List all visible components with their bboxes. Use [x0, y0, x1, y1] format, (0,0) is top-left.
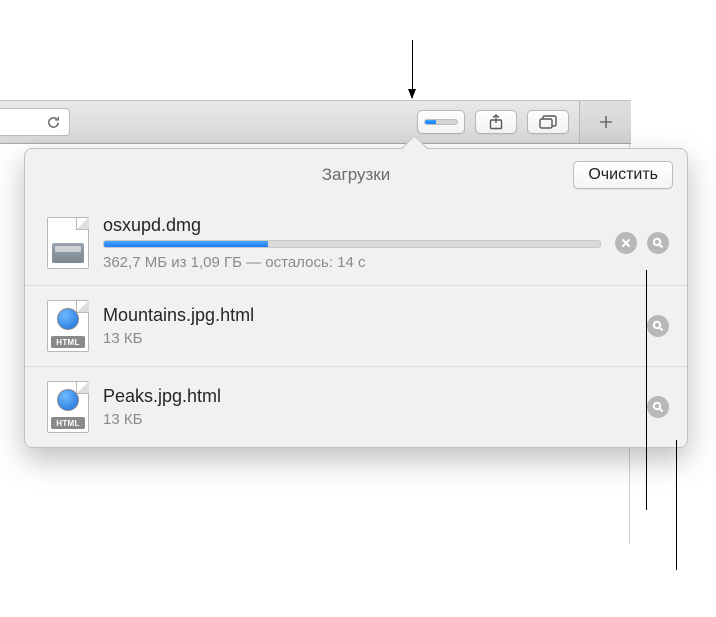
callout-line-stop — [646, 270, 647, 510]
plus-icon — [599, 115, 613, 129]
downloads-button[interactable] — [417, 110, 465, 134]
stop-download-button[interactable] — [615, 232, 637, 254]
tabs-icon — [539, 115, 557, 129]
file-icon-dmg — [47, 217, 89, 269]
download-filename: Mountains.jpg.html — [103, 305, 633, 326]
share-icon — [489, 114, 503, 130]
callout-arrow-down — [412, 40, 413, 98]
download-item: osxupd.dmg 362,7 МБ из 1,09 ГБ — осталос… — [25, 201, 687, 285]
popover-title: Загрузки — [322, 165, 390, 185]
magnifier-icon — [652, 237, 664, 249]
reload-icon — [46, 115, 61, 130]
html-badge: HTML — [51, 336, 85, 348]
clear-button[interactable]: Очистить — [573, 161, 673, 189]
reveal-in-finder-button[interactable] — [647, 315, 669, 337]
reveal-in-finder-button[interactable] — [647, 396, 669, 418]
callout-line-reveal — [676, 440, 677, 570]
download-status: 13 КБ — [103, 411, 633, 428]
reveal-in-finder-button[interactable] — [647, 232, 669, 254]
download-status: 362,7 МБ из 1,09 ГБ — осталось: 14 с — [103, 254, 601, 271]
download-progress-bar — [103, 240, 601, 248]
close-icon — [621, 238, 631, 248]
download-filename: osxupd.dmg — [103, 215, 601, 236]
downloads-popover: Загрузки Очистить osxupd.dmg 362,7 МБ из… — [24, 148, 688, 448]
file-icon-html: HTML — [47, 300, 89, 352]
download-status: 13 КБ — [103, 330, 633, 347]
magnifier-icon — [652, 320, 664, 332]
browser-toolbar — [0, 100, 631, 144]
file-icon-html: HTML — [47, 381, 89, 433]
new-tab-button[interactable] — [579, 101, 631, 143]
downloads-list: osxupd.dmg 362,7 МБ из 1,09 ГБ — осталос… — [25, 201, 687, 447]
tabs-button[interactable] — [527, 110, 569, 134]
html-badge: HTML — [51, 417, 85, 429]
share-button[interactable] — [475, 110, 517, 134]
download-item: HTML Peaks.jpg.html 13 КБ — [25, 366, 687, 447]
reload-button[interactable] — [0, 108, 70, 136]
download-filename: Peaks.jpg.html — [103, 386, 633, 407]
magnifier-icon — [652, 401, 664, 413]
popover-header: Загрузки Очистить — [25, 149, 687, 201]
downloads-progress-icon — [424, 119, 458, 125]
download-item: HTML Mountains.jpg.html 13 КБ — [25, 285, 687, 366]
